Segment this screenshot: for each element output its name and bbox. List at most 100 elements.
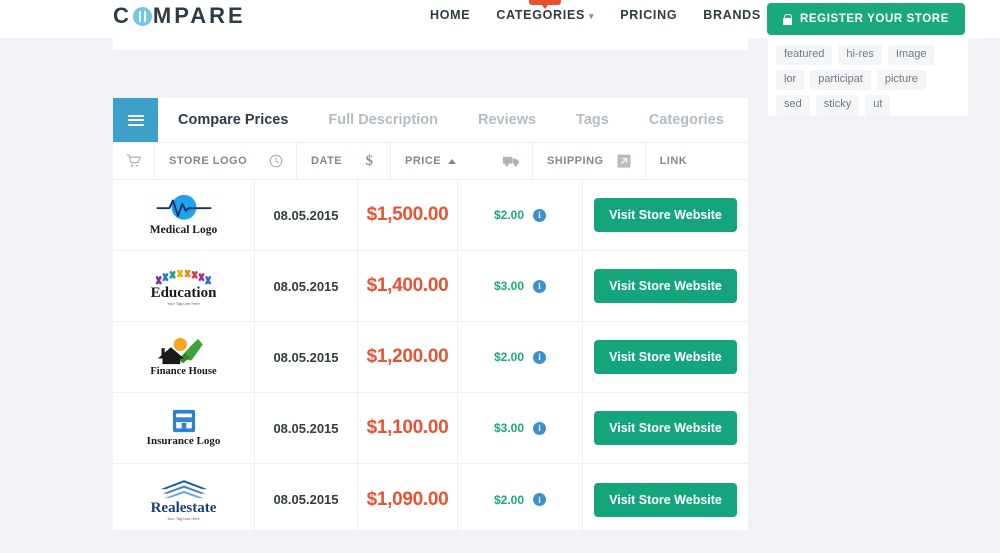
info-icon[interactable]: i <box>533 422 546 435</box>
tab-reviews[interactable]: Reviews <box>458 98 556 142</box>
lock-icon <box>783 14 792 25</box>
tag-list: featured hi-res Image lor participat pic… <box>776 45 960 116</box>
tag-item[interactable]: sed <box>776 95 810 115</box>
tag-item[interactable]: participat <box>810 70 871 90</box>
double-o-mark-icon <box>133 7 152 26</box>
visit-store-website-button[interactable]: Visit Store Website <box>594 483 737 517</box>
tab-label: Compare Prices <box>178 112 288 128</box>
hamburger-icon <box>128 112 144 128</box>
tab-compare-prices[interactable]: Compare Prices <box>158 98 308 142</box>
tag-item[interactable]: lor <box>776 70 804 90</box>
header-cell-date[interactable]: DATE <box>297 143 349 179</box>
cell-shipping: $3.00 i <box>458 393 583 463</box>
visit-store-website-button[interactable]: Visit Store Website <box>594 198 737 232</box>
tab-menu-button[interactable] <box>113 98 158 142</box>
info-icon[interactable]: i <box>533 493 546 506</box>
medical-logo-icon <box>154 194 214 224</box>
cell-store-logo[interactable]: Medical Logo <box>113 180 255 250</box>
header-label: PRICE <box>405 155 441 167</box>
cell-price: $1,400.00 <box>358 251 458 321</box>
tag-item[interactable]: sticky <box>816 95 860 115</box>
visit-store-website-button[interactable]: Visit Store Website <box>594 269 737 303</box>
table-row: Insurance Logo 08.05.2015 $1,100.00 $3.0… <box>113 393 748 464</box>
nav-item-brands[interactable]: BRANDS <box>703 8 761 22</box>
tag-item[interactable]: picture <box>877 70 926 90</box>
store-logo-tagline: Your Tag Line Here <box>167 517 199 521</box>
tag-item[interactable]: Image <box>888 45 935 65</box>
nav-item-home[interactable]: HOME <box>430 8 470 22</box>
cell-price: $1,100.00 <box>358 393 458 463</box>
insurance-building-icon <box>172 409 196 433</box>
store-logo-tagline: Your Tag Line Here <box>167 302 199 306</box>
store-logo-text: Realestate <box>151 501 217 516</box>
info-icon[interactable]: i <box>533 351 546 364</box>
shipping-amount: $2.00 <box>494 350 524 364</box>
cell-store-logo[interactable]: Realestate Your Tag Line Here <box>113 464 255 535</box>
header-cell-price[interactable]: PRICE <box>391 143 491 179</box>
tag-item[interactable]: ut <box>865 95 890 115</box>
info-icon[interactable]: i <box>533 280 546 293</box>
site-header: CMPARE HOME NEW CATEGORIES▾ PRICING BRAN… <box>0 0 1000 38</box>
header-cell-clock-icon <box>255 143 297 179</box>
table-row: Realestate Your Tag Line Here 08.05.2015… <box>113 464 748 535</box>
info-icon[interactable]: i <box>533 209 546 222</box>
cell-shipping: $2.00 i <box>458 180 583 250</box>
cell-date: 08.05.2015 <box>255 393 358 463</box>
shipping-amount: $3.00 <box>494 421 524 435</box>
tab-label: Reviews <box>478 112 536 128</box>
shipping-amount: $2.00 <box>494 208 524 222</box>
tab-tags[interactable]: Tags <box>556 98 629 142</box>
cell-store-logo[interactable]: Education Your Tag Line Here <box>113 251 255 321</box>
header-cell-truck-icon <box>491 143 533 179</box>
truck-icon <box>503 155 520 167</box>
tag-cloud-panel: featured hi-res Image lor participat pic… <box>768 38 968 116</box>
header-cell-dollar-icon: $ <box>349 143 391 179</box>
tab-label: Full Description <box>328 112 438 128</box>
new-badge: NEW <box>529 0 561 5</box>
table-row: Finance House 08.05.2015 $1,200.00 $2.00… <box>113 322 748 393</box>
shipping-amount: $2.00 <box>494 493 524 507</box>
tag-item[interactable]: featured <box>776 45 832 65</box>
nav-label: CATEGORIES <box>496 8 585 22</box>
cell-link: Visit Store Website <box>583 251 748 321</box>
store-logo-insurance: Insurance Logo <box>147 409 221 447</box>
sort-ascending-icon <box>448 159 456 164</box>
store-logo-text: Finance House <box>150 367 216 378</box>
tab-categories[interactable]: Categories <box>629 98 744 142</box>
shopping-cart-icon <box>126 154 141 168</box>
cell-shipping: $3.00 i <box>458 251 583 321</box>
tag-item[interactable]: hi-res <box>838 45 882 65</box>
site-logo[interactable]: CMPARE <box>113 3 246 29</box>
cell-store-logo[interactable]: Insurance Logo <box>113 393 255 463</box>
nav-label: HOME <box>430 8 470 22</box>
table-row: Education Your Tag Line Here 08.05.2015 … <box>113 251 748 322</box>
nav-label: BRANDS <box>703 8 761 22</box>
cell-price: $1,200.00 <box>358 322 458 392</box>
header-cell-link[interactable]: LINK <box>646 143 748 179</box>
register-your-store-button[interactable]: REGISTER YOUR STORE <box>767 3 965 35</box>
header-label: SHIPPING <box>547 155 604 167</box>
cell-date: 08.05.2015 <box>255 464 358 535</box>
cell-date: 08.05.2015 <box>255 322 358 392</box>
cell-link: Visit Store Website <box>583 322 748 392</box>
header-cell-link-icon <box>604 143 646 179</box>
store-logo-realestate: Realestate Your Tag Line Here <box>151 479 217 521</box>
logo-text-left: C <box>113 3 132 29</box>
cell-date: 08.05.2015 <box>255 251 358 321</box>
header-cell-store-logo[interactable]: STORE LOGO <box>155 143 255 179</box>
nav-item-pricing[interactable]: PRICING <box>620 8 677 22</box>
tab-full-description[interactable]: Full Description <box>308 98 458 142</box>
header-cell-shipping[interactable]: SHIPPING <box>533 143 604 179</box>
visit-store-website-button[interactable]: Visit Store Website <box>594 340 737 374</box>
dollar-icon: $ <box>366 153 374 170</box>
table-header-row: STORE LOGO DATE $ PRICE <box>113 143 748 180</box>
store-logo-finance: Finance House <box>150 336 216 378</box>
nav-item-categories[interactable]: NEW CATEGORIES▾ <box>496 8 594 22</box>
clock-icon <box>269 154 283 168</box>
visit-store-website-button[interactable]: Visit Store Website <box>594 411 737 445</box>
store-logo-medical: Medical Logo <box>150 194 217 237</box>
cell-store-logo[interactable]: Finance House <box>113 322 255 392</box>
cell-link: Visit Store Website <box>583 393 748 463</box>
external-link-icon <box>617 154 631 168</box>
register-button-label: REGISTER YOUR STORE <box>800 13 949 25</box>
